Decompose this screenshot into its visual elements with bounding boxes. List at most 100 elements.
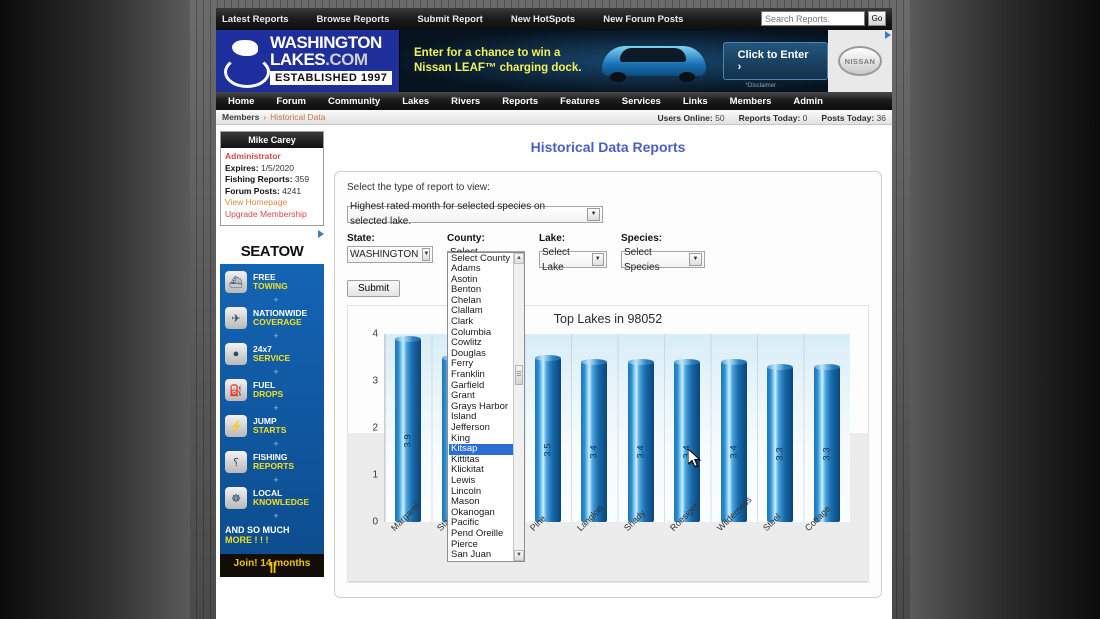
toplink-submit-report[interactable]: Submit Report — [417, 14, 482, 25]
sidebar-advertisement[interactable]: SEA ‖ TOW ⛴ FREE TOWING + ✈ NATIONWIDE COVER… — [220, 230, 324, 577]
site-stats: Users Online: 50 Reports Today: 0 Posts … — [657, 110, 886, 125]
bar-group: 3.4 — [668, 334, 706, 522]
submit-button[interactable]: Submit — [347, 280, 401, 297]
chart-y-axis: 0 1 2 3 4 — [348, 329, 382, 528]
nav-lakes[interactable]: Lakes — [402, 96, 429, 107]
logo-line-2: LAKES.COM — [270, 50, 368, 69]
species-label: Species: — [621, 232, 663, 244]
bar[interactable]: 3.4 — [674, 359, 701, 522]
site-logo[interactable]: WASHINGTON LAKES.COM ESTABLISHED 1997 — [216, 30, 400, 92]
stat-users-online: Users Online: 50 — [657, 112, 725, 123]
sidebar: Mike Carey Administrator Expires: 1/5/20… — [216, 125, 328, 619]
scrollbar-thumb[interactable]: ☰ — [515, 364, 523, 385]
scroll-up-arrow-icon[interactable]: ▲ — [514, 252, 524, 264]
advertiser-logo: NISSAN — [828, 30, 892, 92]
banner-row: WASHINGTON LAKES.COM ESTABLISHED 1997 En… — [216, 30, 892, 92]
toplink-browse-reports[interactable]: Browse Reports — [317, 14, 390, 25]
bar-group: 3.3 — [761, 334, 799, 522]
state-filter: State: WASHINGTON ▼ — [347, 233, 433, 263]
lake-select[interactable]: Select Lake ▼ — [539, 247, 607, 273]
fishing-rod-icon: ⸮ — [225, 451, 247, 473]
species-select[interactable]: Select Species ▼ — [621, 247, 705, 273]
bar-value-label: 3.4 — [681, 445, 693, 459]
form-instruction: Select the type of report to view: — [347, 182, 490, 193]
toplink-new-forum-posts[interactable]: New Forum Posts — [603, 14, 683, 25]
stat-posts-today: Posts Today: 36 — [821, 112, 886, 123]
adchoices-icon[interactable] — [885, 31, 891, 39]
adchoices-icon-sidebar[interactable] — [318, 230, 324, 238]
bar-group: 3.4 — [575, 334, 613, 522]
breadcrumb-current: Historical Data — [270, 112, 326, 122]
dropdown-scrollbar[interactable]: ▲ ☰ ▼ — [513, 252, 524, 561]
ad-click-to-enter-button[interactable]: Click to Enter › — [722, 42, 828, 80]
search-input[interactable] — [761, 11, 865, 26]
scroll-down-arrow-icon[interactable]: ▼ — [514, 549, 524, 561]
map-coverage-icon: ✈ — [225, 307, 247, 329]
user-name: Mike Carey — [221, 132, 323, 148]
toplink-new-hotspots[interactable]: New HotSpots — [511, 14, 575, 25]
nav-forum[interactable]: Forum — [276, 96, 306, 107]
chart-bottom-divider — [348, 581, 868, 582]
bar[interactable]: 3.5 — [534, 354, 561, 522]
nav-services[interactable]: Services — [622, 96, 661, 107]
battery-jump-icon: ⚡ — [225, 415, 247, 437]
y-tick: 1 — [372, 469, 378, 481]
fuel-can-icon: ⛽ — [225, 379, 247, 401]
county-dropdown-list[interactable]: Select County Adams Asotin Benton Chelan… — [447, 251, 525, 562]
user-expires: Expires: 1/5/2020 — [225, 162, 295, 173]
bar[interactable]: 3.3 — [767, 363, 794, 522]
nav-community[interactable]: Community — [328, 96, 380, 107]
y-tick: 3 — [372, 375, 378, 387]
bar[interactable]: 3.4 — [627, 359, 654, 522]
nav-rivers[interactable]: Rivers — [451, 96, 480, 107]
county-filter: County: Select County ▼ Select County Ad… — [447, 232, 525, 562]
bar-value-label: 3.3 — [774, 447, 786, 461]
nav-features[interactable]: Features — [560, 96, 600, 107]
stat-reports-today: Reports Today: 0 — [738, 112, 808, 123]
species-filter: Species: Select Species ▼ — [621, 232, 705, 273]
car-illustration — [594, 38, 711, 84]
county-label: County: — [447, 232, 485, 244]
county-option[interactable]: Skagit — [451, 560, 477, 561]
nav-admin[interactable]: Admin — [793, 96, 823, 107]
user-fishing-reports: Fishing Reports: 359 — [225, 174, 310, 184]
webpage-viewport: Latest Reports Browse Reports Submit Rep… — [216, 8, 892, 619]
banner-advertisement[interactable]: Enter for a chance to win a Nissan LEAF™… — [400, 30, 828, 92]
search-go-button[interactable]: Go — [868, 11, 886, 26]
main-navigation: Home Forum Community Lakes Rivers Report… — [216, 92, 892, 110]
clock-icon: ● — [225, 343, 247, 365]
desktop-backdrop-right — [910, 0, 1100, 619]
nissan-brand-mark: NISSAN — [838, 46, 882, 76]
desktop-backdrop-left — [0, 0, 190, 619]
bar[interactable]: 3.4 — [581, 359, 608, 522]
lake-wave-icon — [220, 34, 270, 88]
nav-reports[interactable]: Reports — [502, 96, 538, 107]
user-forum-posts: Forum Posts: 4241 — [225, 185, 302, 196]
nav-links[interactable]: Links — [683, 96, 708, 107]
nav-members[interactable]: Members — [730, 96, 772, 107]
link-upgrade-membership[interactable]: Upgrade Membership — [225, 209, 319, 221]
toplink-latest-reports[interactable]: Latest Reports — [222, 14, 289, 25]
report-type-value: Highest rated month for selected species… — [350, 201, 546, 227]
state-select[interactable]: WASHINGTON ▼ — [347, 245, 433, 263]
bar[interactable]: 3.3 — [813, 363, 840, 522]
bar-value-label: 3.4 — [635, 445, 647, 459]
user-info-panel: Mike Carey Administrator Expires: 1/5/20… — [220, 131, 324, 226]
bar-value-label: 3.4 — [728, 445, 740, 459]
lake-value: Select Lake — [542, 246, 570, 273]
report-form-panel: Select the type of report to view: Highe… — [334, 171, 882, 598]
chevron-down-icon: ▼ — [688, 253, 702, 266]
link-view-homepage[interactable]: View Homepage — [225, 197, 319, 209]
seatow-brand: SEA ‖ TOW — [220, 238, 324, 577]
main-panel: Historical Data Reports Select the type … — [328, 125, 892, 619]
breadcrumb-parent[interactable]: Members — [222, 112, 259, 122]
bar-group: 3.3 — [808, 334, 846, 522]
chevron-down-icon: ▼ — [591, 253, 604, 266]
report-type-select[interactable]: Highest rated month for selected species… — [347, 201, 603, 227]
nav-home[interactable]: Home — [228, 96, 254, 107]
bar-value-label: 3.5 — [542, 443, 554, 457]
state-label: State: — [347, 232, 375, 244]
species-value: Select Species — [624, 246, 660, 273]
bar-value-label: 3.9 — [402, 434, 414, 448]
bar[interactable]: 3.9 — [395, 335, 422, 522]
